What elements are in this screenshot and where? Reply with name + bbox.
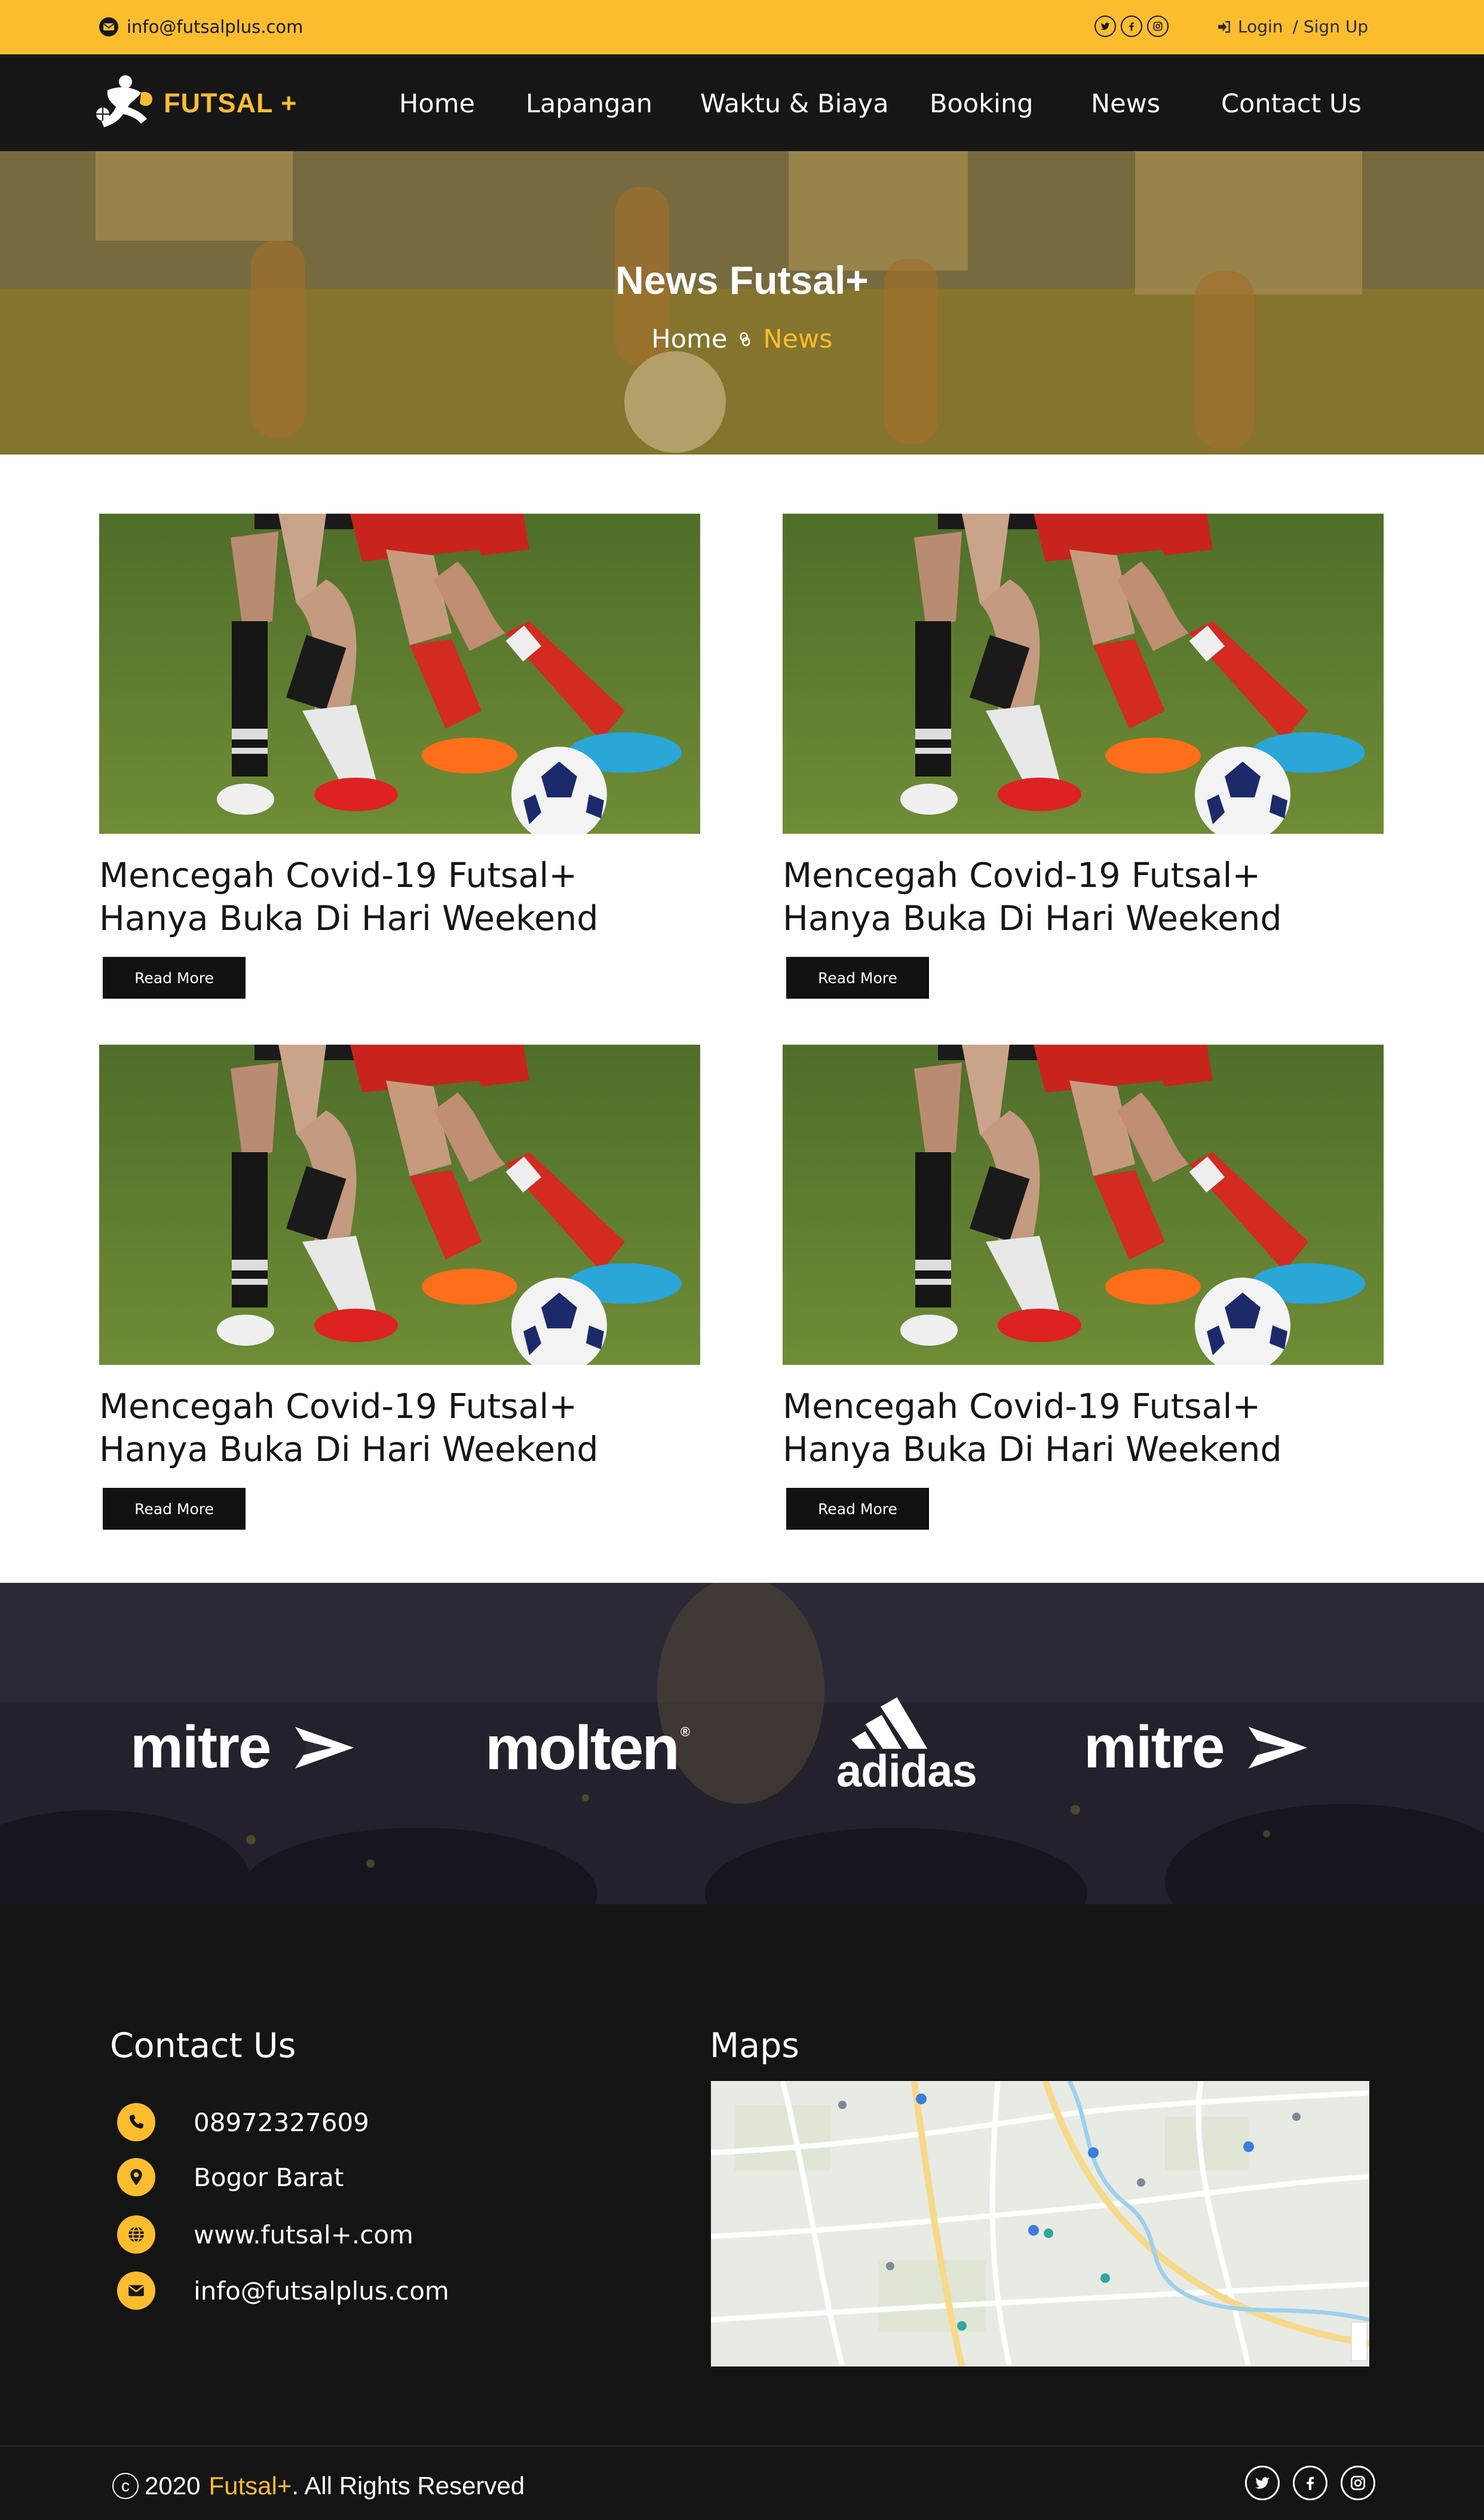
nav-item-lapangan[interactable]: Lapangan xyxy=(526,89,652,119)
copyright: c 2020 Futsal+. All Rights Reserved xyxy=(112,2472,525,2500)
banner-background-image xyxy=(0,151,1484,455)
globe-icon xyxy=(117,2215,155,2254)
copyright-brand[interactable]: Futsal+ xyxy=(209,2472,292,2500)
mitre-arrow-icon xyxy=(295,1726,354,1769)
read-more-button[interactable]: Read More xyxy=(103,957,246,999)
copyright-year: 2020 xyxy=(145,2472,201,2500)
contact-location-text: Bogor Barat xyxy=(194,2162,344,2192)
read-more-button[interactable]: Read More xyxy=(786,1488,929,1530)
envelope-icon xyxy=(117,2272,155,2310)
nav-item-home[interactable]: Home xyxy=(399,89,475,119)
footer-divider xyxy=(0,2445,1484,2447)
adidas-stripes-icon xyxy=(851,1697,928,1749)
contact-phone[interactable]: 08972327609 xyxy=(117,2103,369,2141)
twitter-icon[interactable] xyxy=(1245,2466,1280,2500)
sponsor-logo-adidas[interactable]: adidas xyxy=(836,1684,977,1797)
news-card: Mencegah Covid-19 Futsal+ Hanya Buka Di … xyxy=(783,514,1384,999)
location-pin-icon xyxy=(117,2158,155,2196)
top-bar: info@futsalplus.com Login / Sign Up xyxy=(0,0,1484,54)
page-banner: News Futsal+ Home News xyxy=(0,151,1484,455)
sponsor-name: adidas xyxy=(836,1746,977,1797)
news-image[interactable] xyxy=(99,514,700,834)
location-map[interactable] xyxy=(711,2081,1369,2366)
sponsor-logo-mitre[interactable]: mitre xyxy=(130,1713,355,1782)
sponsor-name: mitre xyxy=(130,1714,272,1781)
map-image xyxy=(711,2081,1369,2366)
phone-icon xyxy=(117,2103,155,2141)
contact-website-text: www.futsal+.com xyxy=(194,2220,413,2249)
sign-in-icon xyxy=(1218,20,1230,33)
top-email-text: info@futsalplus.com xyxy=(127,17,303,37)
twitter-icon[interactable] xyxy=(1094,16,1116,37)
footer-contact-title: Contact Us xyxy=(110,2026,296,2065)
contact-phone-text: 08972327609 xyxy=(194,2107,369,2137)
auth-links: Login / Sign Up xyxy=(1216,17,1368,36)
facebook-icon[interactable] xyxy=(1121,16,1142,37)
nav-item-news[interactable]: News xyxy=(1091,89,1160,119)
news-image[interactable] xyxy=(783,1045,1384,1365)
read-more-button[interactable]: Read More xyxy=(103,1488,246,1530)
futsal-player-logo-icon xyxy=(96,75,152,127)
sponsor-logo-mitre[interactable]: mitre xyxy=(1084,1713,1309,1782)
news-card: Mencegah Covid-19 Futsal+ Hanya Buka Di … xyxy=(99,514,700,999)
breadcrumb-current: News xyxy=(763,324,833,354)
sponsor-name: mitre xyxy=(1084,1714,1225,1781)
top-social-links xyxy=(1094,16,1169,37)
main-navigation: FUTSAL + Home Lapangan Waktu & Biaya Boo… xyxy=(0,54,1484,151)
link-icon xyxy=(740,332,750,346)
nav-item-contact-us[interactable]: Contact Us xyxy=(1221,89,1362,119)
footer-social-links xyxy=(1245,2466,1375,2500)
breadcrumb-home[interactable]: Home xyxy=(651,324,727,354)
contact-email[interactable]: info@futsalplus.com xyxy=(117,2272,449,2310)
read-more-button[interactable]: Read More xyxy=(786,957,929,999)
site-logo[interactable]: FUTSAL + xyxy=(90,72,297,134)
breadcrumb: Home News xyxy=(0,324,1484,354)
news-title[interactable]: Mencegah Covid-19 Futsal+ Hanya Buka Di … xyxy=(99,854,697,940)
logo-text: FUTSAL + xyxy=(164,88,298,118)
mitre-arrow-icon xyxy=(1248,1726,1307,1769)
footer-maps-title: Maps xyxy=(710,2026,799,2065)
signup-link[interactable]: / Sign Up xyxy=(1293,17,1369,36)
news-card: Mencegah Covid-19 Futsal+ Hanya Buka Di … xyxy=(783,1045,1384,1530)
news-title[interactable]: Mencegah Covid-19 Futsal+ Hanya Buka Di … xyxy=(783,854,1380,940)
nav-item-booking[interactable]: Booking xyxy=(930,89,1034,119)
contact-email-text: info@futsalplus.com xyxy=(194,2276,449,2306)
sponsor-name: molten xyxy=(485,1714,680,1783)
news-card: Mencegah Covid-19 Futsal+ Hanya Buka Di … xyxy=(99,1045,700,1530)
page-title: News Futsal+ xyxy=(615,258,869,302)
copyright-icon: c xyxy=(112,2473,139,2499)
contact-location: Bogor Barat xyxy=(117,2158,344,2196)
instagram-icon[interactable] xyxy=(1341,2466,1375,2500)
copyright-text: . All Rights Reserved xyxy=(292,2472,525,2500)
top-email[interactable]: info@futsalplus.com xyxy=(99,17,303,37)
nav-item-waktu-biaya[interactable]: Waktu & Biaya xyxy=(700,89,889,119)
contact-website[interactable]: www.futsal+.com xyxy=(117,2215,413,2254)
sponsor-logo-molten[interactable]: molten ® xyxy=(485,1713,690,1784)
news-image[interactable] xyxy=(99,1045,700,1365)
news-title[interactable]: Mencegah Covid-19 Futsal+ Hanya Buka Di … xyxy=(783,1385,1380,1471)
facebook-icon[interactable] xyxy=(1293,2466,1327,2500)
sponsors-banner: mitre molten ® adidas mitre xyxy=(0,1583,1484,1904)
registered-mark-icon: ® xyxy=(680,1724,691,1739)
login-link[interactable]: Login xyxy=(1238,17,1283,36)
news-image[interactable] xyxy=(783,514,1384,834)
envelope-icon xyxy=(99,17,118,36)
instagram-icon[interactable] xyxy=(1147,16,1169,37)
news-title[interactable]: Mencegah Covid-19 Futsal+ Hanya Buka Di … xyxy=(99,1385,697,1471)
